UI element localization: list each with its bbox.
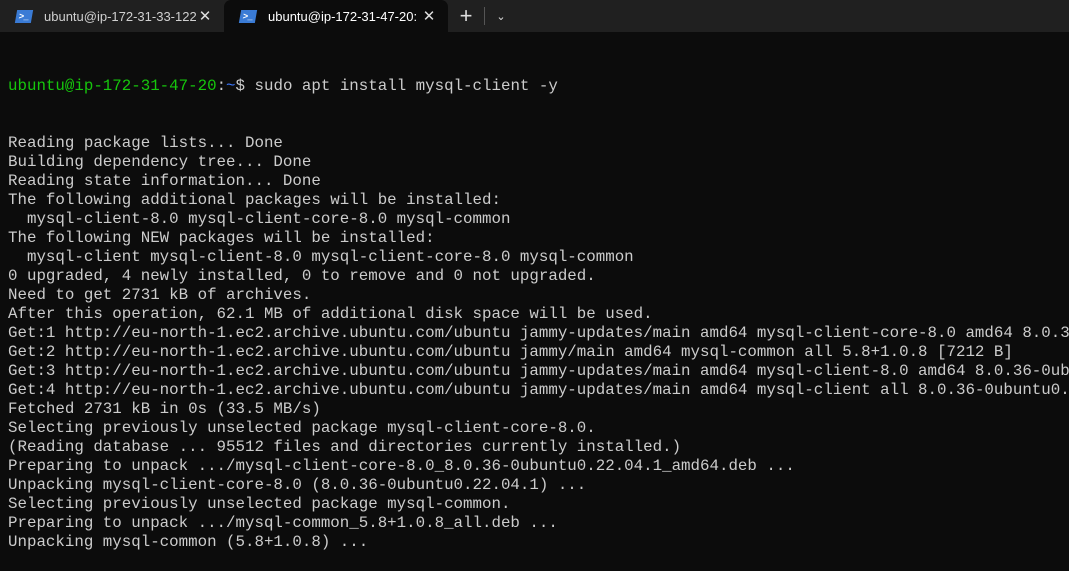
output-line: Preparing to unpack .../mysql-common_5.8… [8, 514, 558, 532]
close-icon[interactable]: ✕ [420, 7, 438, 25]
tab-ubuntu-47-20[interactable]: >_ ubuntu@ip-172-31-47-20: ~ ✕ [224, 0, 448, 32]
tab-ubuntu-33-122[interactable]: >_ ubuntu@ip-172-31-33-122: ~ ✕ [0, 0, 224, 32]
terminal-output[interactable]: ubuntu@ip-172-31-47-20:~$ sudo apt insta… [0, 32, 1069, 571]
output-line: Unpacking mysql-common (5.8+1.0.8) ... [8, 533, 369, 551]
chevron-down-icon[interactable]: ⌄ [485, 0, 517, 32]
output-line: Reading package lists... Done [8, 134, 283, 152]
output-line: mysql-client mysql-client-8.0 mysql-clie… [8, 248, 634, 266]
command-text: sudo apt install mysql-client -y [254, 77, 558, 95]
output-line: Selecting previously unselected package … [8, 419, 596, 437]
prompt-symbol: $ [235, 77, 255, 95]
tab-title: ubuntu@ip-172-31-33-122: ~ [44, 8, 196, 24]
powershell-icon: >_ [238, 9, 258, 23]
output-line: mysql-client-8.0 mysql-client-core-8.0 m… [8, 210, 511, 228]
output-line: Need to get 2731 kB of archives. [8, 286, 312, 304]
output-line: The following NEW packages will be insta… [8, 229, 435, 247]
output-line: Preparing to unpack .../mysql-client-cor… [8, 457, 795, 475]
output-line: Fetched 2731 kB in 0s (33.5 MB/s) [8, 400, 321, 418]
output-line: Get:2 http://eu-north-1.ec2.archive.ubun… [8, 343, 1013, 361]
output-line: Get:4 http://eu-north-1.ec2.archive.ubun… [8, 381, 1069, 399]
output-line: Get:3 http://eu-north-1.ec2.archive.ubun… [8, 362, 1069, 380]
powershell-icon: >_ [14, 9, 34, 23]
output-line: Building dependency tree... Done [8, 153, 312, 171]
prompt-sep: : [216, 77, 227, 95]
output-line: 0 upgraded, 4 newly installed, 0 to remo… [8, 267, 596, 285]
output-line: Reading state information... Done [8, 172, 321, 190]
output-line: After this operation, 62.1 MB of additio… [8, 305, 653, 323]
tab-bar: >_ ubuntu@ip-172-31-33-122: ~ ✕ >_ ubunt… [0, 0, 1069, 32]
tab-title: ubuntu@ip-172-31-47-20: ~ [268, 8, 420, 24]
output-line: Get:1 http://eu-north-1.ec2.archive.ubun… [8, 324, 1069, 342]
output-line: (Reading database ... 95512 files and di… [8, 438, 682, 456]
new-tab-button[interactable]: + [448, 0, 484, 32]
close-icon[interactable]: ✕ [196, 7, 214, 25]
prompt-user: ubuntu@ip-172-31-47-20 [8, 77, 217, 95]
command-line: ubuntu@ip-172-31-47-20:~$ sudo apt insta… [8, 77, 1069, 96]
output-line: Selecting previously unselected package … [8, 495, 511, 513]
output-line: The following additional packages will b… [8, 191, 501, 209]
prompt-path: ~ [226, 77, 236, 95]
